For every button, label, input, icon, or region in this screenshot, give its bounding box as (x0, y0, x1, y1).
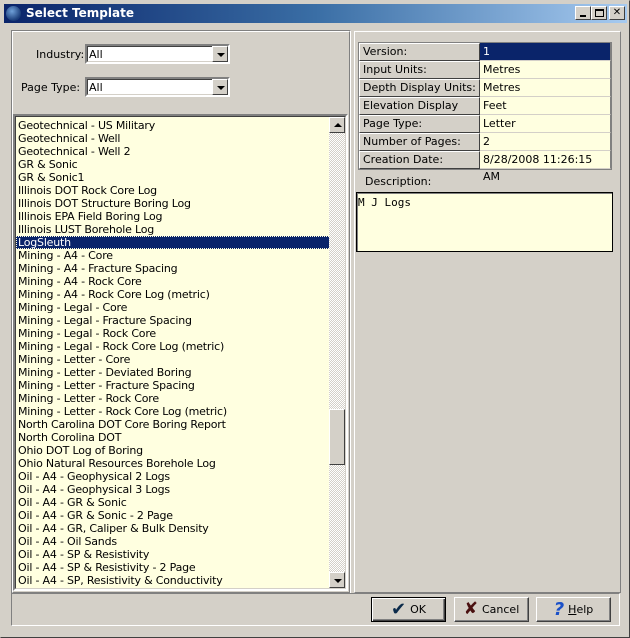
list-item[interactable]: Mining - Letter - Rock Core (16, 392, 333, 405)
list-item[interactable]: Oil - A4 - Geophysical 3 Logs (16, 483, 333, 496)
property-row: Page Type: Letter (359, 115, 611, 133)
property-key: Input Units: (359, 61, 480, 79)
list-item-selected[interactable]: LogSleuth (16, 236, 333, 249)
template-list-scrollbar[interactable] (329, 117, 345, 588)
help-button[interactable]: ? Help (536, 597, 611, 622)
chevron-down-icon (217, 86, 225, 90)
list-item[interactable]: Illinois DOT Structure Boring Log (16, 197, 333, 210)
list-item[interactable]: Illinois LUST Borehole Log (16, 223, 333, 236)
list-item[interactable]: Mining - Letter - Fracture Spacing (16, 379, 333, 392)
scroll-down-button[interactable] (329, 572, 345, 588)
cancel-x-icon: ✘ (463, 599, 478, 619)
minimize-button[interactable] (575, 6, 591, 20)
page-type-value: All (89, 81, 103, 94)
list-item[interactable]: Mining - A4 - Rock Core Log (metric) (16, 288, 333, 301)
list-item[interactable]: Mining - Letter - Rock Core Log (metric) (16, 405, 333, 418)
template-properties-grid: Version: 1 Input Units: Metres Depth Display… (358, 42, 612, 183)
cancel-label: Cancel (481, 603, 520, 616)
page-type-dropdown-button[interactable] (212, 79, 228, 95)
arrow-up-icon (334, 123, 342, 127)
property-value[interactable]: Letter (480, 115, 611, 133)
property-row: Number of Pages: 2 (359, 133, 611, 151)
page-type-label: Page Type: (21, 81, 81, 94)
checkmark-icon: ✔ (391, 598, 407, 620)
template-list[interactable]: Geotechnical - US Military Geotechnical -… (13, 114, 348, 591)
list-item[interactable]: Oil - A4 - GR, Caliper & Bulk Density (16, 522, 333, 535)
list-item[interactable]: Mining - Legal - Core (16, 301, 333, 314)
property-key: Number of Pages: (359, 133, 480, 151)
industry-select[interactable]: All (85, 44, 230, 64)
scroll-thumb[interactable] (329, 408, 345, 465)
page-type-select[interactable]: All (85, 77, 230, 97)
list-item[interactable]: North Carolina DOT Core Boring Report (16, 418, 333, 431)
list-item[interactable]: Oil - A4 - SP & Resistivity (16, 548, 333, 561)
list-item[interactable]: GR & Sonic (16, 158, 333, 171)
list-item[interactable]: Mining - A4 - Core (16, 249, 333, 262)
property-key: Page Type: (359, 115, 480, 133)
maximize-icon (595, 9, 604, 17)
close-button[interactable]: ✕ (609, 6, 625, 20)
ok-button[interactable]: ✔ OK (371, 597, 446, 622)
list-item[interactable]: Oil - A4 - Oil Sands (16, 535, 333, 548)
property-value[interactable]: 2 (480, 133, 611, 151)
help-label: Help (568, 603, 594, 616)
industry-value: All (89, 48, 103, 61)
list-item[interactable]: North Corolina DOT (16, 431, 333, 444)
list-item[interactable]: Oil - A4 - GR & Sonic (16, 496, 333, 509)
list-item[interactable]: Ohio Natural Resources Borehole Log (16, 457, 333, 470)
template-list-items: Geotechnical - US Military Geotechnical -… (16, 119, 333, 589)
list-item[interactable]: Mining - A4 - Rock Core (16, 275, 333, 288)
app-icon (6, 6, 21, 21)
property-value[interactable]: 8/28/2008 11:26:15 AM (480, 151, 611, 183)
list-item[interactable]: Mining - Letter - Deviated Boring (16, 366, 333, 379)
list-item[interactable]: Oil - A4 - Geophysical 2 Logs (16, 470, 333, 483)
property-row: Elevation Display Units:Feet (359, 97, 611, 128)
list-item[interactable]: Oil - A4 - SP, Resistivity & Conductivit… (16, 574, 333, 587)
property-value[interactable]: 1 (480, 43, 611, 61)
cancel-button[interactable]: ✘ Cancel (454, 597, 529, 622)
description-label: Description: (365, 175, 432, 188)
property-row: Depth Display Units: Metres (359, 79, 611, 97)
property-value[interactable]: Feet (480, 97, 611, 115)
list-item[interactable]: Geotechnical - US Military (16, 119, 333, 132)
title-bar[interactable]: Select Template ✕ (4, 4, 627, 23)
list-item[interactable]: Oil - A4 - SP, Resistivity & Sonic (16, 587, 333, 589)
list-item[interactable]: Mining - Legal - Fracture Spacing (16, 314, 333, 327)
property-key: Depth Display Units: (359, 79, 480, 97)
list-item[interactable]: Oil - A4 - GR & Sonic - 2 Page (16, 509, 333, 522)
list-item[interactable]: Geotechnical - Well (16, 132, 333, 145)
property-value[interactable]: Metres (480, 61, 611, 79)
description-field[interactable]: M J Logs (356, 192, 613, 252)
ok-label: OK (410, 603, 426, 616)
list-item[interactable]: Illinois EPA Field Boring Log (16, 210, 333, 223)
property-row: Input Units: Metres (359, 61, 611, 79)
industry-label: Industry: (36, 48, 85, 61)
select-template-dialog: Select Template ✕ Industry: All Page Typ… (0, 0, 630, 638)
close-icon: ✕ (612, 7, 622, 18)
list-item[interactable]: Mining - A4 - Fracture Spacing (16, 262, 333, 275)
property-key: Elevation Display Units: (359, 97, 480, 128)
property-key: Creation Date: (359, 151, 480, 169)
window-title: Select Template (26, 6, 134, 20)
maximize-button[interactable] (591, 6, 607, 20)
list-item[interactable]: Mining - Letter - Core (16, 353, 333, 366)
scroll-up-button[interactable] (329, 117, 345, 133)
list-item[interactable]: Geotechnical - Well 2 (16, 145, 333, 158)
property-row: Creation Date: 8/28/2008 11:26:15 AM (359, 151, 611, 183)
chevron-down-icon (217, 53, 225, 57)
list-item[interactable]: Illinois DOT Rock Core Log (16, 184, 333, 197)
arrow-down-icon (334, 579, 342, 583)
property-row: Version: 1 (359, 43, 611, 61)
list-item[interactable]: Mining - Legal - Rock Core (16, 327, 333, 340)
list-item[interactable]: GR & Sonic1 (16, 171, 333, 184)
help-question-icon: ? (553, 598, 565, 620)
property-value[interactable]: Metres (480, 79, 611, 97)
minimize-icon (580, 15, 586, 17)
property-key: Version: (359, 43, 480, 61)
industry-dropdown-button[interactable] (212, 46, 228, 62)
list-item[interactable]: Oil - A4 - SP & Resistivity - 2 Page (16, 561, 333, 574)
list-item[interactable]: Mining - Legal - Rock Core Log (metric) (16, 340, 333, 353)
list-item[interactable]: Ohio DOT Log of Boring (16, 444, 333, 457)
